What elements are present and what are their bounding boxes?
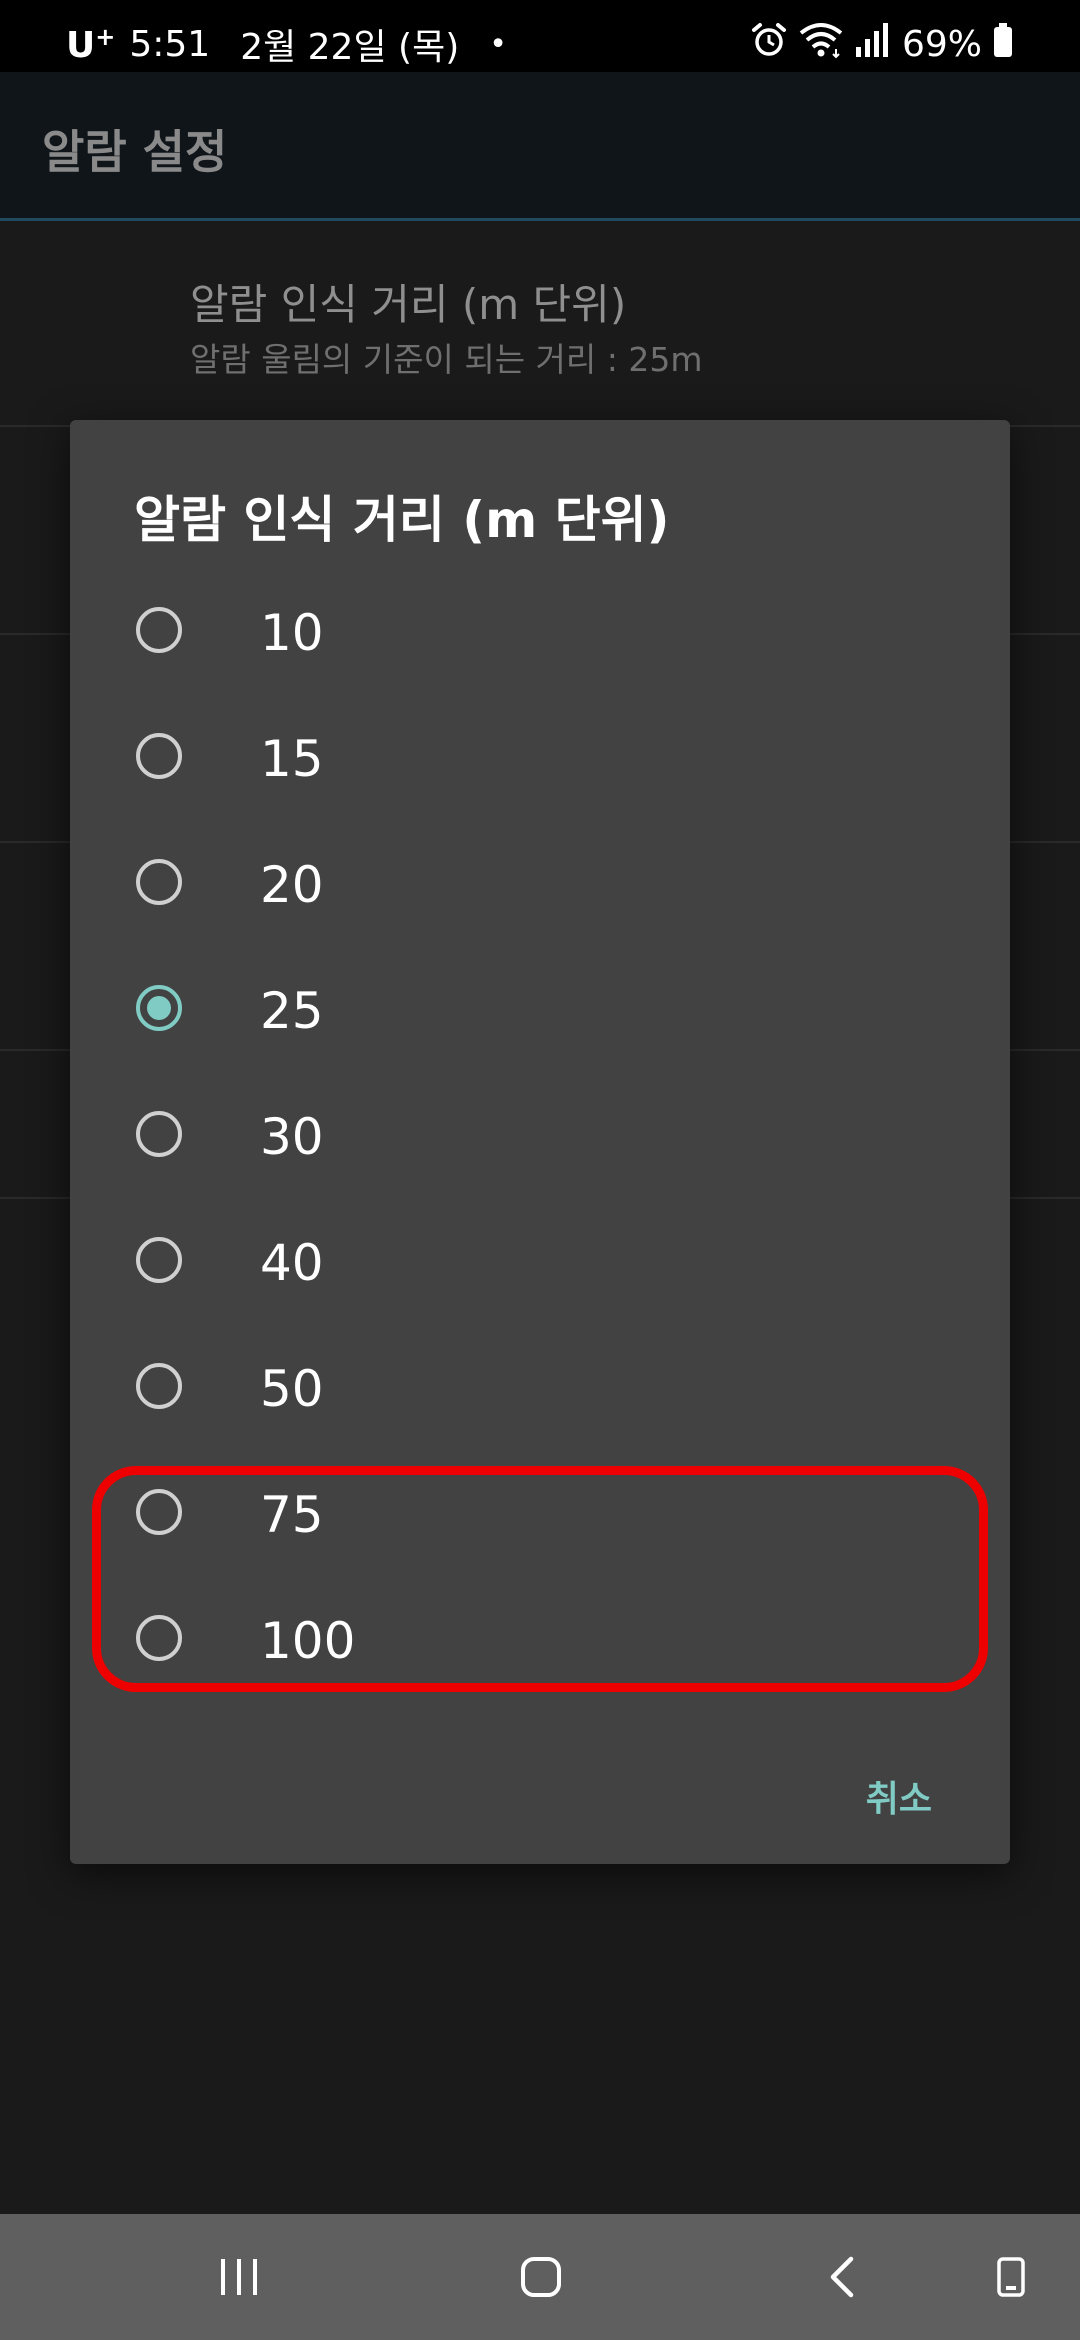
radio-button[interactable] [136, 859, 182, 905]
setting-title: 알람 인식 거리 (m 단위) [190, 280, 627, 329]
option-15[interactable]: 15 [70, 696, 1010, 822]
option-25[interactable]: 25 [70, 948, 1010, 1074]
option-10[interactable]: 10 [70, 570, 1010, 696]
option-label: 25 [260, 982, 324, 1040]
option-20[interactable]: 20 [70, 822, 1010, 948]
option-30[interactable]: 30 [70, 1074, 1010, 1200]
radio-button[interactable] [136, 1363, 182, 1409]
radio-button[interactable] [136, 1237, 182, 1283]
highlight-annotation [92, 1466, 988, 1692]
navigation-bar [0, 2214, 1080, 2340]
recent-apps-icon[interactable] [204, 2244, 274, 2310]
carrier-label: U+ [66, 22, 116, 66]
status-right: 69% [750, 22, 1014, 66]
status-time: 5:51 [129, 23, 211, 65]
status-date: 2월 22일 (목) [240, 27, 460, 68]
back-icon[interactable] [808, 2244, 878, 2310]
radio-button[interactable] [136, 733, 182, 779]
dialog-title: 알람 인식 거리 (m 단위) [134, 491, 670, 549]
status-bar: U+ 5:51 2월 22일 (목) • 69% [0, 0, 1080, 72]
page-title: 알람 설정 [42, 125, 228, 179]
option-label: 40 [260, 1234, 324, 1292]
cancel-button[interactable]: 취소 [860, 1760, 938, 1832]
alarm-icon [750, 21, 788, 68]
app-bar: 알람 설정 [0, 72, 1080, 221]
radio-button-checked[interactable] [136, 985, 182, 1031]
option-label: 10 [260, 604, 324, 662]
signal-icon [854, 21, 888, 68]
option-label: 30 [260, 1108, 324, 1166]
battery-percent: 69% [901, 23, 982, 65]
battery-icon [992, 21, 1014, 68]
radio-button[interactable] [136, 607, 182, 653]
option-40[interactable]: 40 [70, 1200, 1010, 1326]
option-label: 20 [260, 856, 324, 914]
status-left: U+ 5:51 2월 22일 (목) • [66, 22, 507, 69]
option-50[interactable]: 50 [70, 1326, 1010, 1452]
option-label: 50 [260, 1360, 324, 1418]
home-icon[interactable] [506, 2244, 576, 2310]
notification-dot: • [489, 26, 507, 62]
radio-button[interactable] [136, 1111, 182, 1157]
setting-item-alarm-distance[interactable]: 알람 인식 거리 (m 단위) 알람 울림의 기준이 되는 거리 : 25m [0, 221, 1080, 427]
option-label: 15 [260, 730, 324, 788]
keyboard-icon[interactable] [976, 2244, 1046, 2310]
setting-summary: 알람 울림의 기준이 되는 거리 : 25m [190, 340, 703, 379]
wifi-icon [798, 21, 844, 68]
